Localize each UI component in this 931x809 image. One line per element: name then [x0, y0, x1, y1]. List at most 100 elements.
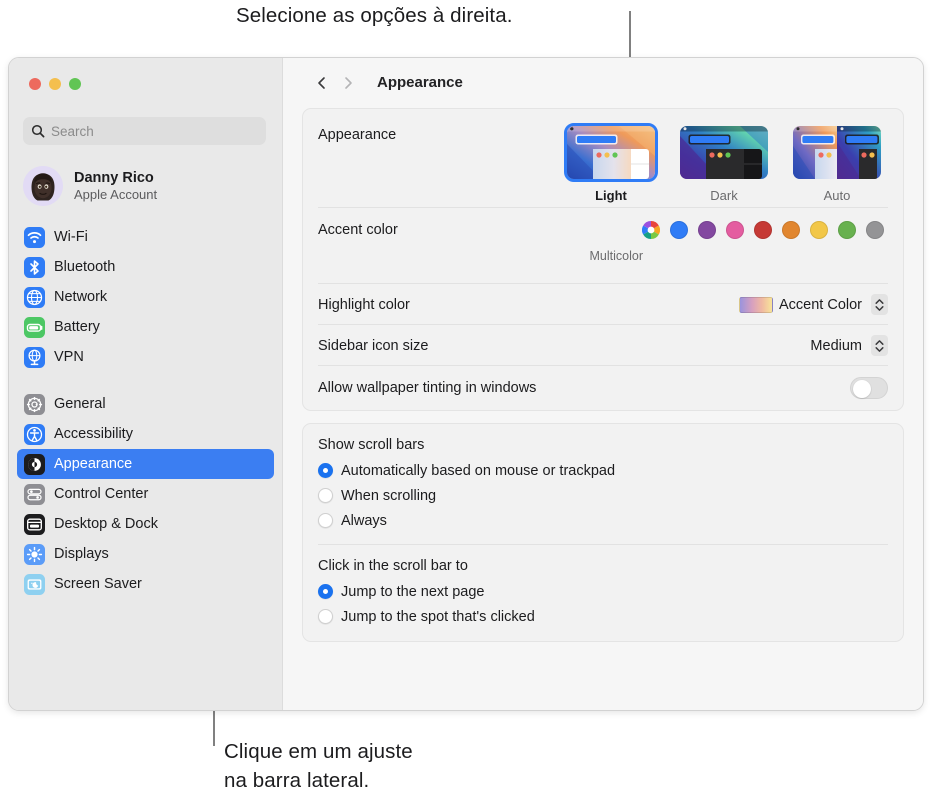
- accent-swatch-purple[interactable]: [698, 221, 716, 239]
- sidebar-item-label: Battery: [54, 319, 100, 335]
- radio-label: Jump to the spot that's clicked: [341, 608, 535, 625]
- sidebar-item-label: VPN: [54, 349, 84, 365]
- sidebar-item-label: Displays: [54, 546, 109, 562]
- sidebar-item-control-center[interactable]: Control Center: [17, 479, 274, 509]
- appearance-mode-label: Appearance: [318, 127, 397, 143]
- accent-swatch-blue[interactable]: [670, 221, 688, 239]
- accent-swatch-multicolor[interactable]: [641, 221, 661, 239]
- screenshot-root: Selecione as opções à direita. Clique em…: [0, 0, 931, 809]
- sidebar-item-label: Desktop & Dock: [54, 516, 158, 532]
- toggle-knob: [852, 379, 871, 398]
- highlight-color-dropdown[interactable]: Accent Color: [738, 294, 888, 315]
- accent-swatch-red[interactable]: [754, 221, 772, 239]
- radio-label: When scrolling: [341, 487, 437, 504]
- light-preview: [567, 126, 655, 179]
- sidebar-item-label: Accessibility: [54, 426, 133, 442]
- sidebar-item-label: General: [54, 396, 106, 412]
- scroll-bars-option-when-scrolling[interactable]: When scrolling: [318, 483, 888, 508]
- radio-button[interactable]: [318, 584, 333, 599]
- wallpaper-tinting-row: Allow wallpaper tinting in windows: [303, 366, 903, 410]
- accent-swatch-graphite[interactable]: [866, 221, 884, 239]
- sidebar-item-appearance[interactable]: Appearance: [17, 449, 274, 479]
- accent-color-label: Accent color: [318, 222, 398, 238]
- sidebar-icon-size-stepper-icon[interactable]: [871, 335, 888, 356]
- appearance-mode-label-light: Light: [595, 188, 627, 203]
- callout-text-bottom: Clique em um ajuste na barra lateral.: [224, 737, 413, 795]
- sidebar-item-label: Screen Saver: [54, 576, 142, 592]
- scroll-bars-option-automatic[interactable]: Automatically based on mouse or trackpad: [318, 458, 888, 483]
- scroll-settings-card: Show scroll bars Automatically based on …: [302, 423, 904, 642]
- accent-selected-name: Multicolor: [589, 249, 644, 263]
- sidebar-group-connectivity: Wi-Fi Bluetooth Network Battery VPN: [9, 222, 282, 372]
- accent-swatch-orange[interactable]: [782, 221, 800, 239]
- sidebar-item-vpn[interactable]: VPN: [17, 342, 274, 372]
- wallpaper-tinting-toggle[interactable]: [850, 377, 888, 399]
- sidebar-icon-size-control[interactable]: Medium: [810, 335, 888, 356]
- avatar[interactable]: [23, 166, 63, 206]
- sidebar-icon-size-row[interactable]: Sidebar icon size Medium: [303, 325, 903, 366]
- light-thumb-frame: [564, 123, 658, 182]
- gear-icon: [24, 393, 45, 415]
- forward-chevron-icon[interactable]: [335, 70, 361, 96]
- sidebar-item-desktop-and-dock[interactable]: Desktop & Dock: [17, 509, 274, 539]
- appearance-mode-label-auto: Auto: [823, 188, 851, 203]
- highlight-color-row[interactable]: Highlight color Accent Color: [303, 284, 903, 325]
- desktop-dock-icon: [24, 513, 45, 535]
- search-input[interactable]: Search: [23, 117, 266, 145]
- main-pane: Appearance Appearance Light Dark Auto Ac…: [282, 58, 923, 710]
- radio-button[interactable]: [318, 463, 333, 478]
- highlight-color-stepper-icon[interactable]: [871, 294, 888, 315]
- sidebar-item-battery[interactable]: Battery: [17, 312, 274, 342]
- wallpaper-tinting-label: Allow wallpaper tinting in windows: [318, 380, 537, 396]
- sidebar-item-screen-saver[interactable]: Screen Saver: [17, 569, 274, 599]
- wallpaper-tinting-control[interactable]: [850, 377, 888, 399]
- sidebar-item-general[interactable]: General: [17, 389, 274, 419]
- settings-content: Appearance Light Dark Auto Accent color …: [283, 107, 923, 710]
- radio-button[interactable]: [318, 609, 333, 624]
- maximize-button[interactable]: [69, 78, 81, 90]
- sidebar-item-label: Network: [54, 289, 108, 305]
- scroll-click-option-spot-clicked[interactable]: Jump to the spot that's clicked: [318, 604, 888, 629]
- show-scroll-bars-title: Show scroll bars: [318, 437, 425, 453]
- page-title: Appearance: [377, 74, 463, 91]
- sidebar-item-apple-account[interactable]: Danny Rico Apple Account: [23, 163, 282, 209]
- sidebar-item-label: Control Center: [54, 486, 149, 502]
- auto-thumb-frame: [790, 123, 884, 182]
- appearance-settings-card: Appearance Light Dark Auto Accent color …: [302, 108, 904, 411]
- radio-label: Automatically based on mouse or trackpad: [341, 462, 616, 479]
- accessibility-icon: [24, 423, 45, 445]
- displays-icon: [24, 543, 45, 565]
- highlight-color-control[interactable]: Accent Color: [738, 294, 888, 315]
- accent-swatch-green[interactable]: [838, 221, 856, 239]
- radio-button[interactable]: [318, 513, 333, 528]
- vpn-icon: [24, 346, 45, 368]
- close-button[interactable]: [29, 78, 41, 90]
- highlight-color-label: Highlight color: [318, 296, 410, 313]
- highlight-color-value: Accent Color: [778, 296, 862, 313]
- minimize-button[interactable]: [49, 78, 61, 90]
- accent-swatch-pink[interactable]: [726, 221, 744, 239]
- sidebar-item-bluetooth[interactable]: Bluetooth: [17, 252, 274, 282]
- callout-bottom-line2: na barra lateral.: [224, 769, 370, 792]
- network-icon: [24, 286, 45, 308]
- appearance-mode-light[interactable]: Light: [564, 123, 658, 203]
- sidebar-item-accessibility[interactable]: Accessibility: [17, 419, 274, 449]
- window-controls: [9, 58, 282, 107]
- radio-button[interactable]: [318, 488, 333, 503]
- sidebar-icon-size-dropdown[interactable]: Medium: [810, 335, 888, 356]
- sidebar-item-displays[interactable]: Displays: [17, 539, 274, 569]
- sidebar-item-label: Wi-Fi: [54, 229, 88, 245]
- sidebar-item-wi-fi[interactable]: Wi-Fi: [17, 222, 274, 252]
- scroll-click-option-next-page[interactable]: Jump to the next page: [318, 579, 888, 604]
- appearance-mode-auto[interactable]: Auto: [790, 123, 884, 203]
- back-chevron-icon[interactable]: [309, 70, 335, 96]
- scroll-bars-option-always[interactable]: Always: [318, 508, 888, 533]
- sidebar-item-network[interactable]: Network: [17, 282, 274, 312]
- appearance-mode-label-dark: Dark: [710, 188, 738, 203]
- callout-bottom-line1: Clique em um ajuste: [224, 740, 413, 763]
- system-settings-window: Search Danny Rico Apple Account Wi-Fi Bl…: [8, 57, 924, 711]
- accent-swatch-yellow[interactable]: [810, 221, 828, 239]
- wifi-icon: [24, 226, 45, 248]
- callout-text-top: Selecione as opções à direita.: [236, 4, 513, 27]
- appearance-mode-dark[interactable]: Dark: [677, 123, 771, 203]
